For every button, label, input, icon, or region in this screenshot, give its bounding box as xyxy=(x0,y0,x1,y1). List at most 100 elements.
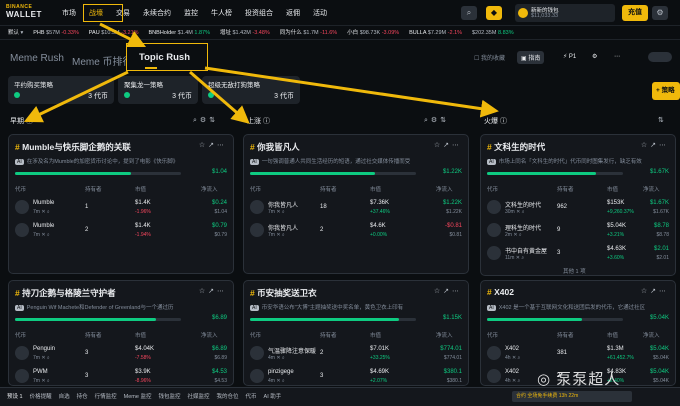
ticker-item[interactable]: BNBHolder $1.4M 1.87% xyxy=(149,26,210,39)
topic-description: AI 一句强调普通人共同生活经历的短语，通过社交媒体传播而受 xyxy=(250,159,411,165)
ticker-item[interactable]: PAU $10.5M -3.21% xyxy=(89,26,139,39)
token-table-header: 代币 持有者 市值 净流入 xyxy=(487,333,660,339)
token-holders: 18 xyxy=(320,204,327,210)
bottom-toolbar-item[interactable]: 自选 xyxy=(59,388,70,406)
promo-banner[interactable]: 合约 全场免手续费 13h 22m xyxy=(512,391,632,402)
column-rising-tools[interactable]: ⌕⚙⇅ xyxy=(424,116,449,125)
token-holders: 1 xyxy=(85,204,89,210)
token-name: 书中自有黄金屋 xyxy=(505,249,548,255)
topic-actions[interactable]: ☆↗⋯ xyxy=(641,141,669,149)
token-mcap: $1.4K xyxy=(135,200,151,206)
nav-rebate[interactable]: 返佣 xyxy=(286,8,300,18)
tab-meme-board[interactable]: Meme 币排行 xyxy=(72,53,133,68)
create-strategy-button[interactable]: + 策略 xyxy=(652,82,680,100)
token-netflow: $6.89 xyxy=(211,346,227,352)
netflow-total: $1.15K xyxy=(442,315,462,321)
nav-leaderboard[interactable]: 牛人榜 xyxy=(211,8,232,18)
topic-actions[interactable]: ☆↗⋯ xyxy=(434,141,462,149)
token-row[interactable]: pinzigege 4m ✕ ⌕ 3 $4.69K +2.07% $380.1 … xyxy=(250,366,462,385)
token-netflow-sub: $0.81 xyxy=(449,232,462,238)
search-icon[interactable]: ⌕ xyxy=(461,6,477,20)
bottom-toolbar-item[interactable]: 持仓 xyxy=(77,388,88,406)
token-age: 4m ✕ ⌕ xyxy=(268,355,285,361)
ticker-item[interactable]: 小白 $98.73K -3.09% xyxy=(347,26,399,39)
nav-market[interactable]: 市场 xyxy=(62,8,76,18)
topic-actions[interactable]: ☆↗⋯ xyxy=(199,287,227,295)
token-row[interactable]: 文科生的时代 30m ✕ ⌕ 962 $153K +9,260.37% $1.6… xyxy=(487,197,669,219)
nav-perps[interactable]: 永续合约 xyxy=(143,8,171,18)
bottom-toolbar-item[interactable]: 价格提醒 xyxy=(30,388,52,406)
ai-badge: AI xyxy=(250,159,259,165)
topic-actions[interactable]: ☆↗⋯ xyxy=(199,141,227,149)
netflow-bar xyxy=(487,172,623,175)
guide-button[interactable]: ▣ 指南 xyxy=(517,51,545,64)
ticker-item[interactable]: BULLA $7.29M -2.1% xyxy=(409,26,462,39)
bottom-toolbar-item[interactable]: 代币 xyxy=(246,388,257,406)
ticker-item[interactable]: 同为什么 $1.7M -11.6% xyxy=(280,26,337,39)
binance-wallet-logo[interactable]: BINANCE WALLET xyxy=(6,4,52,22)
topic-actions[interactable]: ☆↗⋯ xyxy=(434,287,462,295)
nav-events[interactable]: 活动 xyxy=(313,8,327,18)
topic-card[interactable]: # 币安抽奖送卫衣 ☆↗⋯ AI 币安华语公布"大博"主题抽奖送中奖名单，黄色卫衣上印… xyxy=(243,280,469,386)
token-row[interactable]: Mumble 7m ✕ ⌕ 2 $1.4K -1.94% $0.79 $0.79 xyxy=(15,220,227,242)
topic-card[interactable]: # 持刀企鹅与格陵兰守护者 ☆↗⋯ AI Penguin Wif Machete和De… xyxy=(8,280,234,386)
token-name: 文科生的时代 xyxy=(505,203,542,209)
settings-icon[interactable]: ⚙ xyxy=(652,6,668,20)
ticker-item[interactable]: 增址 $1.42M -3.48% xyxy=(220,26,270,39)
token-holders: 3 xyxy=(557,250,561,256)
token-row[interactable]: 书中自有黄金屋 11m ✕ ⌕ 3 $4.63K +3.60% $2.01 $2… xyxy=(487,243,669,265)
favorites-toggle[interactable]: ☐ 我的收藏 xyxy=(474,53,505,62)
toggle-switch[interactable] xyxy=(648,52,672,62)
token-netflow-sub: $6.89 xyxy=(214,355,227,361)
filter-icon[interactable]: ⚙ xyxy=(592,53,597,60)
bottom-toolbar-item[interactable]: 钱包监控 xyxy=(158,388,180,406)
token-holders: 9 xyxy=(557,227,561,233)
column-early-tools[interactable]: ⌕⚙⇅ xyxy=(193,116,218,125)
more-icon[interactable]: ⋯ xyxy=(614,53,620,60)
bottom-toolbar-item[interactable]: 行情监控 xyxy=(95,388,117,406)
topic-actions[interactable]: ☆↗⋯ xyxy=(641,287,669,295)
wallet-selector[interactable]: 新新的钱包 $11,033.33 xyxy=(515,4,615,22)
bottom-toolbar-item[interactable]: 预设 1 xyxy=(7,388,23,406)
bottom-toolbar-item[interactable]: Meme 监控 xyxy=(124,388,152,406)
bottom-toolbar-item[interactable]: 社媒监控 xyxy=(187,388,209,406)
token-row[interactable]: Mumble 7m ✕ ⌕ 1 $1.4K -1.96% $0.24 $1.04 xyxy=(15,197,227,219)
token-row[interactable]: PWM 7m ✕ ⌕ 3 $3.9K -8.96% $4.53 $4.53 xyxy=(15,366,227,385)
nav-monitor[interactable]: 监控 xyxy=(184,8,198,18)
tab-meme-rush[interactable]: Meme Rush xyxy=(10,53,64,64)
topic-card[interactable]: # Mumble与快乐脚企鹅的关联 ☆↗⋯ AI 在涉及名为Mumble的加密货币讨论… xyxy=(8,134,234,274)
strategy-card[interactable]: 平约购买策略 3 代币 xyxy=(8,76,114,104)
strategy-card[interactable]: 超级无敌打狗策略 3 代币 xyxy=(202,76,300,104)
token-row[interactable]: X402 4h ✕ ⌕ 381 $1.3M +61,452.7% $5.04K … xyxy=(487,343,669,365)
token-row[interactable]: 你我皆凡人 7m ✕ ⌕ 18 $7.36K +37.46% $1.22K $1… xyxy=(250,197,462,219)
token-avatar xyxy=(487,369,501,383)
tab-topic-rush[interactable]: Topic Rush xyxy=(126,43,208,71)
ticker-item[interactable]: 默认 ▾ xyxy=(8,26,23,39)
token-avatar xyxy=(487,346,501,360)
topup-button[interactable]: 充值 xyxy=(622,5,648,21)
token-netflow-sub: $1.67K xyxy=(653,209,669,215)
token-mcap: $4.6K xyxy=(370,223,386,229)
strategy-card[interactable]: 聚集龙一策略 3 代币 xyxy=(118,76,198,104)
preset-selector[interactable]: ⚡ P1 xyxy=(563,53,576,60)
ticker-item[interactable]: PHB $57M -0.33% xyxy=(33,26,79,39)
token-row[interactable]: Penguin 7m ✕ ⌕ 3 $4.04K -7.58% $6.89 $6.… xyxy=(15,343,227,365)
ticker-item[interactable]: $202.35M 8.83% xyxy=(472,26,514,39)
topic-card[interactable]: # 文科生的时代 ☆↗⋯ AI 市场上同名「文科生的时代」代币同时图集发行，缺乏有效 $… xyxy=(480,134,676,276)
bottom-toolbar-item[interactable]: AI 助手 xyxy=(264,388,282,406)
active-tab-underline xyxy=(145,67,157,69)
token-avatar xyxy=(487,200,501,214)
more-tokens-link[interactable]: 其他 1 项 xyxy=(563,267,586,275)
status-dot xyxy=(14,92,20,98)
topic-card[interactable]: # 你我皆凡人 ☆↗⋯ AI 一句强调普通人共同生活经历的短语，通过社交媒体传播而受 $… xyxy=(243,134,469,274)
token-avatar xyxy=(250,223,264,237)
nav-portfolio[interactable]: 投资组合 xyxy=(245,8,273,18)
bnb-chain-icon[interactable]: ◆ xyxy=(486,6,502,20)
column-hot-tools[interactable]: ⇅ xyxy=(658,116,667,124)
token-mcap: $1.3M xyxy=(607,346,624,352)
token-row[interactable]: 理科生的时代 2m ✕ ⌕ 9 $5.04K +3.21% $8.78 $8.7… xyxy=(487,220,669,242)
ai-badge: AI xyxy=(15,305,24,311)
bottom-toolbar-item[interactable]: 我的仓位 xyxy=(217,388,239,406)
token-row[interactable]: 气温骤降注意保暖 4m ✕ ⌕ 2 $7.01K +33.25% $774.01… xyxy=(250,343,462,365)
token-row[interactable]: 你我皆凡人 7m ✕ ⌕ 2 $4.6K +0.00% -$0.81 $0.81 xyxy=(250,220,462,242)
